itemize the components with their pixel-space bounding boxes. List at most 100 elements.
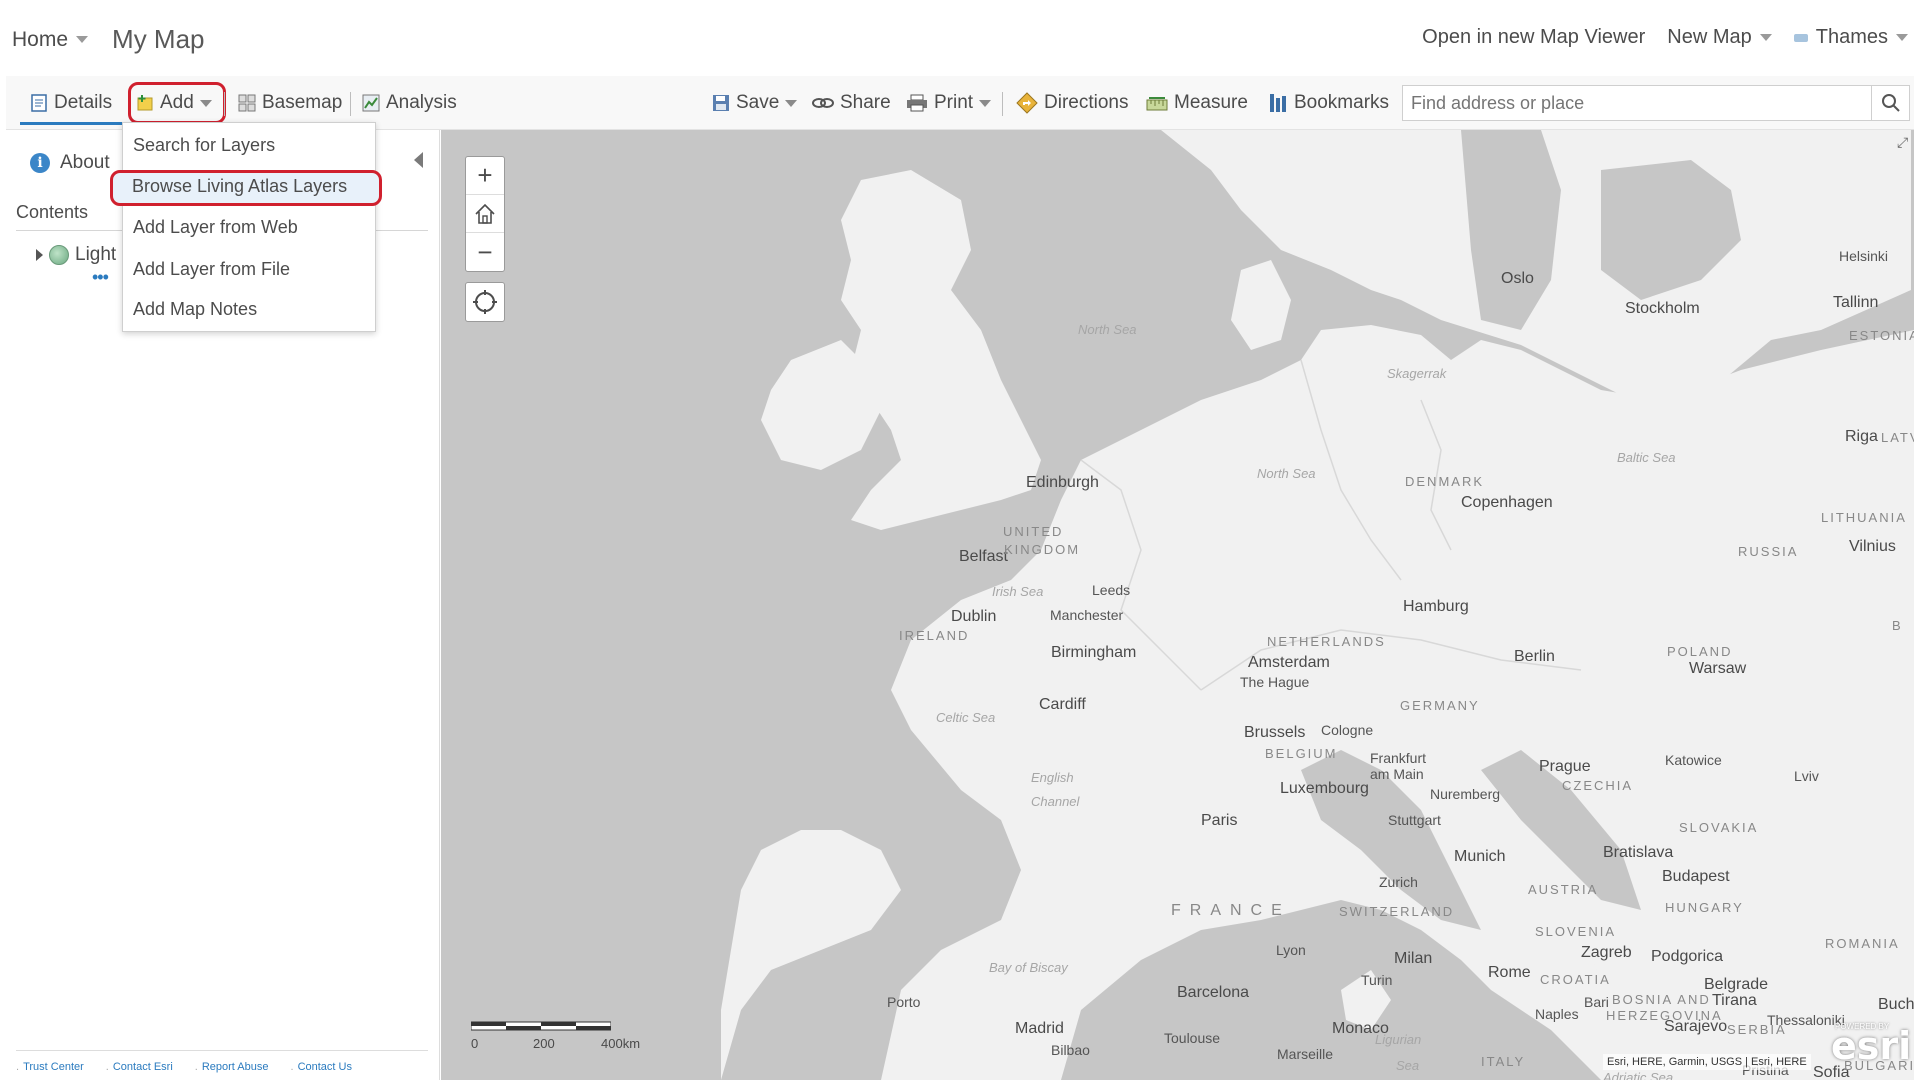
open-new-viewer-link[interactable]: Open in new Map Viewer <box>1422 26 1645 49</box>
analysis-icon <box>362 94 380 112</box>
save-button[interactable]: Save <box>712 90 798 116</box>
bookmarks-button[interactable]: Bookmarks <box>1268 90 1389 116</box>
share-link-icon <box>812 98 834 108</box>
basemap-button[interactable]: Basemap <box>238 90 342 116</box>
new-map-label: New Map <box>1667 26 1752 48</box>
footer-link-label: Contact Esri <box>112 1061 173 1073</box>
contents-tab[interactable]: Contents <box>16 202 88 223</box>
user-avatar-icon <box>1793 33 1808 42</box>
directions-button[interactable]: Directions <box>1016 90 1128 116</box>
add-label: Add <box>160 92 194 113</box>
measure-button[interactable]: Measure <box>1146 90 1248 116</box>
chevron-down-icon <box>199 99 212 107</box>
menu-item-browse-living-atlas-layers[interactable]: Browse Living Atlas Layers <box>132 176 347 197</box>
footer-link-trust-center[interactable]: . Trust Center <box>16 1061 84 1073</box>
details-button[interactable]: Details <box>30 90 112 116</box>
basemap-grid-icon <box>238 94 256 112</box>
details-label: Details <box>54 92 113 113</box>
save-label: Save <box>736 92 780 113</box>
analysis-label: Analysis <box>386 92 457 113</box>
expand-arrow-icon[interactable] <box>36 249 43 261</box>
add-button[interactable]: Add <box>136 90 212 116</box>
directions-icon <box>1016 92 1038 114</box>
scale-label: 200 <box>533 1036 555 1051</box>
measure-ruler-icon <box>1146 97 1168 111</box>
layer-name: Light <box>75 244 117 265</box>
printer-icon <box>907 94 927 112</box>
info-icon: i <box>30 153 50 173</box>
footer-link-label: Trust Center <box>23 1061 84 1073</box>
search-input[interactable] <box>1403 86 1823 120</box>
locate-button[interactable] <box>465 282 505 322</box>
save-disk-icon <box>713 95 729 111</box>
panel-footer: . Trust Center . Contact Esri . Report Abus… <box>16 1050 428 1073</box>
home-label: Home <box>12 27 69 51</box>
scale-bar: 0 200 400km <box>470 1020 640 1051</box>
user-menu[interactable]: Thames <box>1793 26 1908 49</box>
open-new-viewer-label: Open in new Map Viewer <box>1422 26 1646 48</box>
add-layer-icon <box>137 95 153 111</box>
footer-link-label: Contact Us <box>297 1061 352 1073</box>
menu-item-add-layer-from-web[interactable]: Add Layer from Web <box>133 217 298 238</box>
toolbar-divider <box>224 92 225 116</box>
directions-label: Directions <box>1044 92 1129 113</box>
zoom-controls: + − <box>465 156 505 272</box>
expand-map-icon[interactable]: ⤢ <box>1897 134 1908 151</box>
bookmarks-icon <box>1270 94 1286 112</box>
top-bar-left: Home My Map <box>12 24 205 55</box>
details-active-indicator <box>20 122 122 125</box>
chevron-down-icon <box>785 99 798 107</box>
footer-link-label: Report Abuse <box>201 1061 269 1073</box>
search-button[interactable] <box>1872 85 1910 121</box>
zoom-in-button[interactable]: + <box>466 157 504 195</box>
chevron-down-icon <box>1896 34 1908 41</box>
map-attribution[interactable]: Esri, HERE, Garmin, USGS | Esri, HERE <box>1603 1054 1811 1070</box>
minus-icon: − <box>477 236 493 267</box>
zoom-out-button[interactable]: − <box>466 233 504 271</box>
user-name: Thames <box>1815 26 1888 48</box>
scale-label: 0 <box>471 1036 479 1051</box>
esri-logo[interactable]: esri <box>1831 1024 1911 1068</box>
add-dropdown-menu: Search for Layers Add Layer from Web Add… <box>122 122 376 332</box>
share-label: Share <box>840 92 891 113</box>
collapse-panel-icon[interactable] <box>414 152 423 168</box>
search-box <box>1402 85 1872 121</box>
chevron-down-icon <box>979 99 992 107</box>
footer-link-contact-esri[interactable]: . Contact Esri <box>106 1061 173 1073</box>
chevron-down-icon <box>76 36 89 43</box>
print-label: Print <box>934 92 974 113</box>
basemap-label: Basemap <box>262 92 343 113</box>
scale-bar-graphic <box>470 1021 612 1031</box>
measure-label: Measure <box>1174 92 1248 113</box>
share-button[interactable]: Share <box>812 90 891 116</box>
search-icon <box>1881 94 1900 112</box>
layer-options-icon[interactable]: ••• <box>92 268 109 286</box>
print-button[interactable]: Print <box>906 90 992 116</box>
scale-label: 400km <box>601 1036 641 1051</box>
about-button[interactable]: i About <box>30 152 110 174</box>
about-label: About <box>60 152 110 173</box>
top-bar-right: Open in new Map Viewer New Map Thames <box>1422 26 1908 49</box>
menu-item-search-for-layers[interactable]: Search for Layers <box>133 135 275 156</box>
details-icon <box>31 94 47 112</box>
new-map-menu[interactable]: New Map <box>1667 26 1772 49</box>
menu-item-add-map-notes[interactable]: Add Map Notes <box>133 299 257 320</box>
footer-link-contact-us[interactable]: . Contact Us <box>291 1061 352 1073</box>
footer-link-report-abuse[interactable]: . Report Abuse <box>195 1061 269 1073</box>
chevron-down-icon <box>1759 34 1772 41</box>
home-menu[interactable]: Home <box>12 27 89 52</box>
map-widgets: + − ⤢ 0 200 400km Esri, HERE, Garmin, US… <box>441 130 1914 1080</box>
layer-item[interactable]: Light <box>36 244 116 266</box>
layer-globe-icon <box>49 245 69 265</box>
locate-crosshair-icon <box>473 290 497 314</box>
bookmarks-label: Bookmarks <box>1294 92 1390 113</box>
top-bar: Home My Map Open in new Map Viewer New M… <box>0 0 1920 76</box>
default-extent-button[interactable] <box>466 195 504 233</box>
map-title[interactable]: My Map <box>112 24 204 55</box>
analysis-button[interactable]: Analysis <box>362 90 457 116</box>
menu-item-add-layer-from-file[interactable]: Add Layer from File <box>133 259 290 280</box>
toolbar-divider <box>350 92 351 116</box>
home-icon <box>475 203 495 224</box>
toolbar-divider <box>1002 92 1003 116</box>
plus-icon: + <box>477 160 493 190</box>
